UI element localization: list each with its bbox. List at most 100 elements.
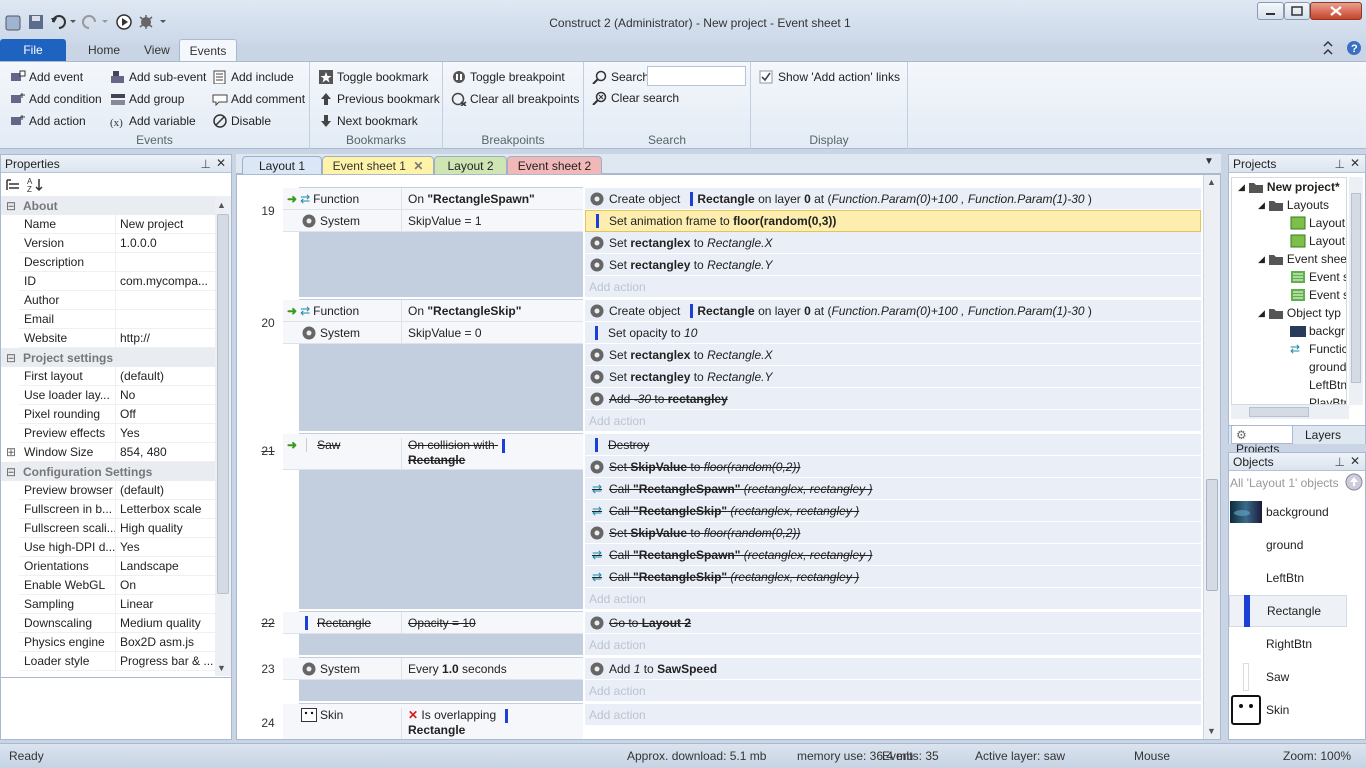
tree-layouts[interactable]: ◢ Layouts [1258,198,1329,212]
add-comment-button[interactable]: Add comment [212,90,305,108]
categorized-view-icon[interactable] [5,177,21,193]
property-row[interactable]: Orientations Landscape [19,557,215,576]
close-tab-icon[interactable]: ✕ [413,159,423,173]
add-sub-event-button[interactable]: Add sub-event [110,68,206,86]
property-value[interactable]: High quality [116,521,215,535]
property-value[interactable]: 854, 480 [116,445,215,459]
condition-row[interactable]: System SkipValue = 1 [283,210,583,232]
tree-object-item[interactable]: PlayBtr [1309,396,1346,404]
add-action-link[interactable]: Add action [585,680,1201,702]
tree-event-sheet-item[interactable]: Event s [1290,270,1346,284]
action-row-disabled[interactable]: Destroy [585,434,1201,456]
tree-event-sheet-item[interactable]: Event s [1290,288,1346,302]
collapse-icon[interactable]: ⊟ [6,351,16,365]
tab-event-sheet-1[interactable]: Event sheet 1 ✕ [322,156,434,174]
property-row[interactable]: Fullscreen in b... Letterbox scale [19,500,215,519]
action-row-disabled[interactable]: ⇄ Call "RectangleSkip" (rectanglex, recta… [585,500,1201,522]
property-value[interactable]: http:// [116,331,215,345]
object-ground[interactable]: ground [1229,529,1347,561]
property-row[interactable]: Name New project [19,215,215,234]
condition-row[interactable]: Skin ✕ Is overlapping Rectangle [283,704,583,739]
cat-about[interactable]: ⊟ About [1,196,215,215]
property-value[interactable]: 1.0.0.0 [116,236,215,250]
action-row[interactable]: Set rectangley to Rectangle.Y [585,254,1201,276]
property-value[interactable]: Medium quality [116,616,215,630]
toggle-bookmark-button[interactable]: Toggle bookmark [318,68,428,86]
property-value[interactable]: (default) [116,369,215,383]
property-row[interactable]: ID com.mycompa... [19,272,215,291]
action-row-disabled[interactable]: Go to Layout 2 [585,612,1201,634]
object-rightbtn[interactable]: RightBtn [1229,628,1347,660]
toggle-breakpoint-button[interactable]: Toggle breakpoint [451,68,565,86]
add-condition-button[interactable]: Add condition [10,90,102,108]
tab-events[interactable]: Events [179,39,237,61]
tab-projects[interactable]: ⚙ Projects [1231,426,1293,456]
close-icon[interactable]: ✕ [1350,156,1360,170]
disable-button[interactable]: Disable [212,112,271,130]
condition-row-disabled[interactable]: ➜ Saw On collision with Rectangle [283,434,583,470]
close-icon[interactable]: ✕ [1350,454,1360,468]
pin-icon[interactable]: ⊥ [1335,157,1345,171]
action-row[interactable]: Add 1 to SawSpeed [585,658,1201,680]
condition-row[interactable]: ➜ ⇄ Function On "RectangleSkip" [283,300,583,322]
object-background[interactable]: background [1229,496,1347,528]
tab-event-sheet-2[interactable]: Event sheet 2 [507,156,602,174]
property-value[interactable]: Progress bar & ... [116,654,215,668]
property-row[interactable]: Preview browser (default) [19,481,215,500]
tree-layout-item[interactable]: Layout [1290,234,1345,248]
property-value[interactable]: New project [116,217,215,231]
action-row[interactable]: Set rectangley to Rectangle.Y [585,366,1201,388]
property-value[interactable]: Yes [116,426,215,440]
previous-bookmark-button[interactable]: Previous bookmark [318,90,440,108]
property-row[interactable]: Pixel rounding Off [19,405,215,424]
action-row-disabled[interactable]: Set SkipValue to floor(random(0,2)) [585,456,1201,478]
projects-hscrollbar[interactable] [1231,405,1349,419]
condition-row[interactable]: System Every 1.0 seconds [283,658,583,680]
action-row-disabled[interactable]: Set SkipValue to floor(random(0,2)) [585,522,1201,544]
tab-home[interactable]: Home [72,39,136,61]
collapse-icon[interactable]: ⊟ [6,199,16,213]
tab-layout-1[interactable]: Layout 1 [242,156,322,174]
condition-row[interactable]: ➜ ⇄ Function On "RectangleSpawn" [283,188,583,210]
property-value[interactable]: Box2D asm.js [116,635,215,649]
minimize-button[interactable] [1257,2,1284,20]
close-icon[interactable]: ✕ [216,156,226,170]
tab-view[interactable]: View [128,39,186,61]
sort-alpha-icon[interactable]: AZ [27,177,45,193]
action-row-disabled[interactable]: Add -30 to rectangley [585,388,1201,410]
object-rectangle[interactable]: Rectangle [1229,595,1347,627]
property-value[interactable]: Letterbox scale [116,502,215,516]
tree-layout-item[interactable]: Layout [1290,216,1345,230]
tree-object-item[interactable]: backgr [1290,324,1345,338]
action-row[interactable]: Set rectanglex to Rectangle.X [585,344,1201,366]
cat-configuration[interactable]: ⊟ Configuration Settings [1,462,215,481]
close-button[interactable] [1310,2,1362,20]
search-input[interactable] [647,66,746,86]
properties-scrollbar[interactable]: ▲ ▼ [215,196,231,676]
help-icon[interactable]: ? [1346,40,1362,56]
show-add-action-checkbox[interactable]: Show 'Add action' links [759,68,900,86]
property-value[interactable]: Yes [116,540,215,554]
tree-object-types[interactable]: ◢ Object typ [1258,306,1341,320]
tree-object-item[interactable]: ground [1309,360,1346,374]
add-variable-button[interactable]: (x) Add variable [110,112,196,130]
property-row[interactable]: Use high-DPI d... Yes [19,538,215,557]
tab-layers[interactable]: Layers [1305,428,1341,442]
up-folder-icon[interactable] [1345,473,1363,491]
action-row-disabled[interactable]: ⇄ Call "RectangleSpawn" (rectanglex, rect… [585,544,1201,566]
action-row[interactable]: Create object Rectangle on layer 0 at (Fu… [585,188,1201,210]
add-action-button[interactable]: Add action [10,112,86,130]
property-row[interactable]: Enable WebGL On [19,576,215,595]
action-row[interactable]: Set rectanglex to Rectangle.X [585,232,1201,254]
clear-search-button[interactable]: Clear search [592,89,679,107]
condition-row[interactable]: System SkipValue = 0 [283,322,583,344]
add-action-link[interactable]: Add action [585,588,1201,610]
tab-layout-2[interactable]: Layout 2 [434,156,507,174]
tree-root[interactable]: ◢ New project* [1238,180,1340,194]
property-row[interactable]: Preview effects Yes [19,424,215,443]
action-row[interactable]: Set opacity to 10 [585,322,1201,344]
action-row[interactable]: Create object Rectangle on layer 0 at (Fu… [585,300,1201,322]
add-action-link[interactable]: Add action [585,704,1201,726]
property-row[interactable]: Loader style Progress bar & ... [19,652,215,671]
property-row[interactable]: Window Size 854, 480 [19,443,215,462]
